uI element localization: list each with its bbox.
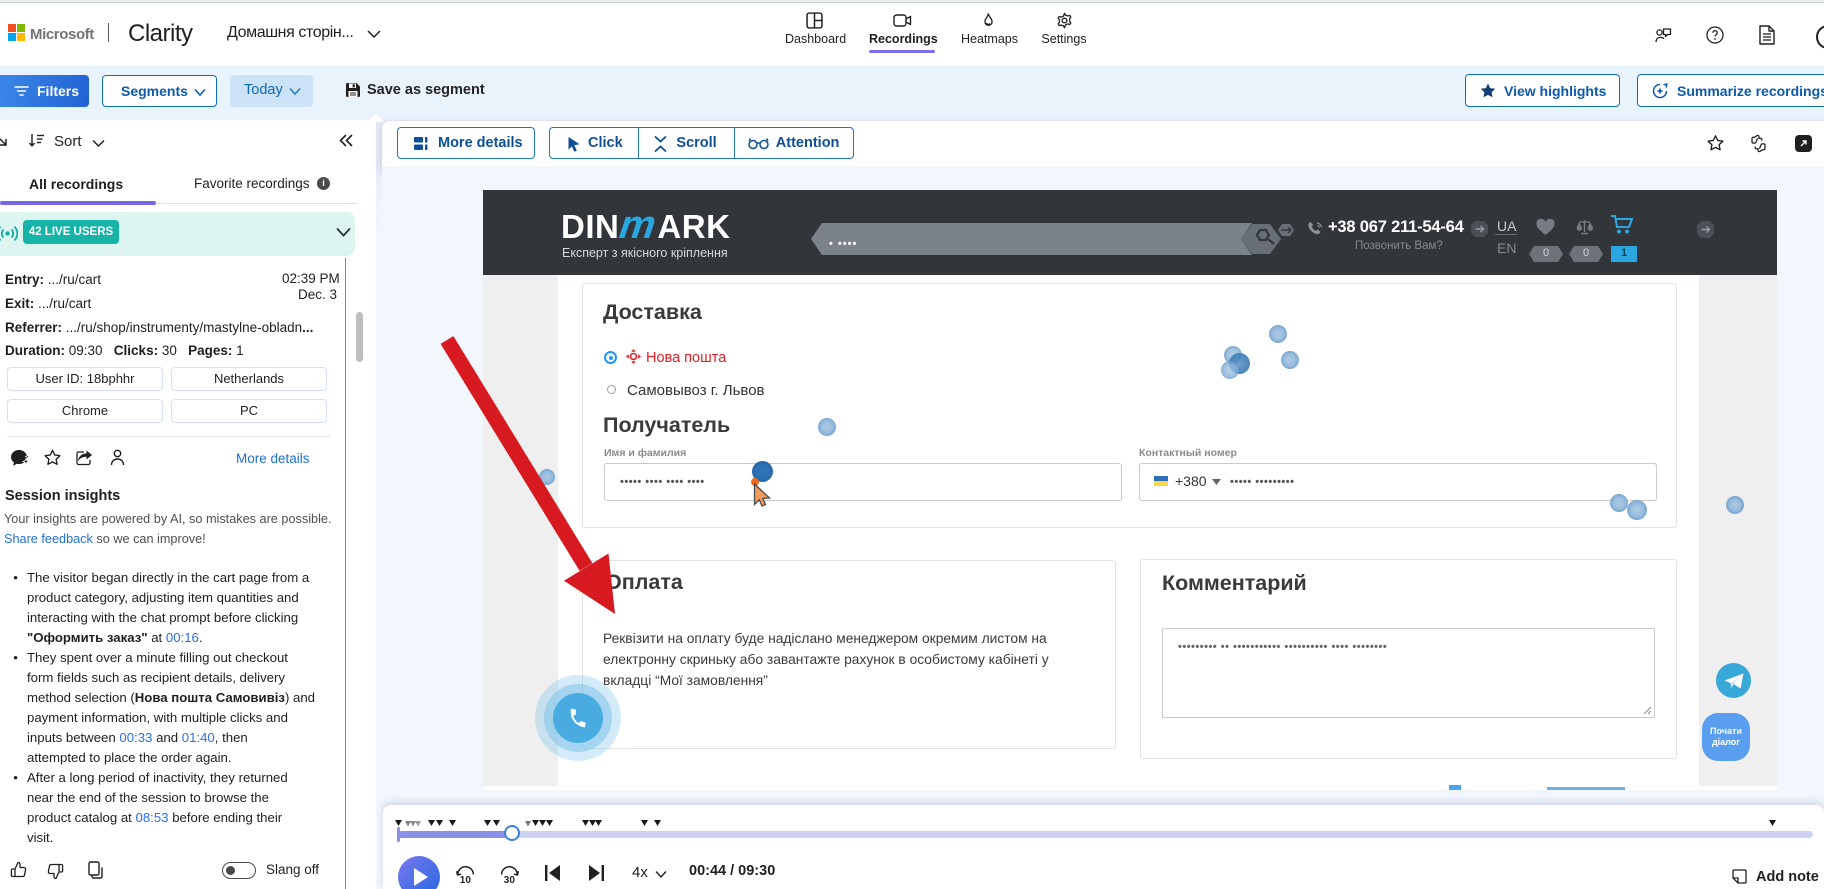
svg-text:30: 30: [504, 875, 516, 885]
svg-text:10: 10: [460, 875, 472, 885]
